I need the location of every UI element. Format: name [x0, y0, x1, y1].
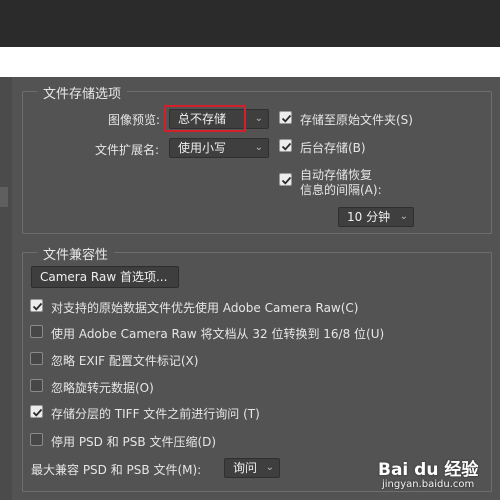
- file-extension-select[interactable]: 使用小写 ⌄: [169, 138, 269, 158]
- chevron-down-icon: ⌄: [399, 211, 408, 222]
- interval-select[interactable]: 10 分钟 ⌄: [338, 207, 414, 227]
- ask-before-tiff-label: 存储分层的 TIFF 文件之前进行询问 (T): [51, 407, 260, 421]
- prefer-camera-raw-checkbox[interactable]: [30, 299, 43, 312]
- checkmark-icon: [32, 302, 43, 311]
- save-to-original-folder-label: 存储至原始文件夹(S): [300, 113, 413, 127]
- background-save-label: 后台存储(B): [300, 141, 366, 155]
- file-storage-title: 文件存储选项: [37, 83, 128, 102]
- chevron-down-icon: ⌄: [265, 462, 274, 473]
- disable-psd-compression-checkbox[interactable]: [30, 433, 43, 446]
- checkmark-icon: [281, 176, 292, 185]
- camera-raw-preferences-button[interactable]: Camera Raw 首选项...: [31, 266, 179, 288]
- prefer-camera-raw-label: 对支持的原始数据文件优先使用 Adobe Camera Raw(C): [51, 301, 359, 315]
- save-to-original-folder-checkbox[interactable]: [279, 111, 292, 124]
- baidu-jingyan-watermark: Bai du 经验 jingyan.baidu.com: [378, 455, 496, 495]
- top-bar: [0, 0, 500, 47]
- chevron-down-icon: ⌄: [254, 142, 263, 153]
- convert-32bit-checkbox[interactable]: [30, 325, 43, 338]
- title-strip: [0, 47, 500, 77]
- file-compatibility-title: 文件兼容性: [37, 244, 115, 263]
- file-extension-label: 文件扩展名:: [95, 143, 160, 157]
- ask-before-tiff-checkbox[interactable]: [30, 405, 43, 418]
- ignore-rotation-checkbox[interactable]: [30, 379, 43, 392]
- max-compat-select[interactable]: 询问 ⌄: [224, 458, 280, 478]
- watermark-sub: jingyan.baidu.com: [382, 479, 475, 490]
- chevron-down-icon: ⌄: [254, 113, 263, 124]
- convert-32bit-label: 使用 Adobe Camera Raw 将文档从 32 位转换到 16/8 位(…: [51, 327, 385, 341]
- side-tab[interactable]: [0, 187, 8, 207]
- ignore-rotation-label: 忽略旋转元数据(O): [51, 381, 154, 395]
- auto-save-recovery-label-line2: 信息的间隔(A):: [300, 183, 382, 197]
- ignore-exif-checkbox[interactable]: [30, 352, 43, 365]
- interval-value: 10 分钟: [347, 210, 391, 224]
- checkmark-icon: [32, 408, 43, 417]
- file-extension-value: 使用小写: [178, 141, 227, 155]
- auto-save-recovery-checkbox[interactable]: [279, 173, 292, 186]
- checkmark-icon: [281, 142, 292, 151]
- ignore-exif-label: 忽略 EXIF 配置文件标记(X): [51, 354, 199, 368]
- background-save-checkbox[interactable]: [279, 139, 292, 152]
- highlight-box: [164, 105, 246, 132]
- image-preview-label: 图像预览:: [108, 113, 161, 127]
- checkmark-icon: [281, 114, 292, 123]
- watermark-main: Bai du 经验: [378, 460, 479, 480]
- max-compat-label: 最大兼容 PSD 和 PSB 文件(M):: [31, 463, 202, 477]
- disable-psd-compression-label: 停用 PSD 和 PSB 文件压缩(D): [51, 435, 217, 449]
- max-compat-value: 询问: [233, 461, 258, 475]
- left-panel-strip: [0, 77, 12, 500]
